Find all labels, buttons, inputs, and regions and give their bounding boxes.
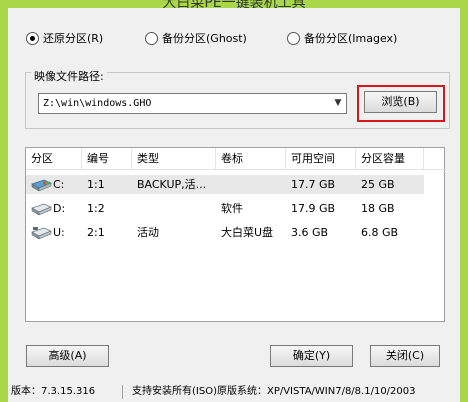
cell-label: 大白菜U盘 (221, 226, 274, 239)
browse-button[interactable]: 浏览(B) (364, 91, 437, 113)
cell-drive: C: (53, 178, 65, 191)
column-header-number[interactable]: 编号 (82, 148, 132, 170)
advanced-button[interactable]: 高级(A) (26, 345, 109, 367)
window-border-right (460, 8, 468, 402)
image-path-value: Z:\win\windows.GHO (43, 98, 152, 109)
radio-button-backup-ghost[interactable] (145, 31, 158, 45)
ok-button[interactable]: 确定(Y) (270, 345, 353, 367)
cell-free-space: 3.6 GB (291, 226, 329, 239)
supported-os-text: 支持安装所有(ISO)原版系统：XP/VISTA/WIN7/8/8.1/10/2… (132, 386, 416, 397)
cell-drive: D: (53, 202, 66, 215)
status-bar: 版本：7.3.15.316 支持安装所有(ISO)原版系统：XP/VISTA/W… (0, 382, 468, 402)
cell-label: 软件 (221, 202, 243, 215)
radio-label-restore: 还原分区(R) (43, 32, 104, 45)
cell-free-space: 17.9 GB (291, 202, 336, 215)
cell-capacity: 18 GB (361, 202, 395, 215)
window-title: 大白菜PE一键装机工具 (162, 0, 306, 8)
column-header-free-space[interactable]: 可用空间 (286, 148, 356, 170)
image-path-combobox[interactable]: Z:\win\windows.GHO ▼ (38, 93, 347, 114)
system-disk-icon (31, 179, 52, 192)
table-row[interactable]: D: 1:2 软件 17.9 GB 18 GB (26, 199, 424, 218)
close-button[interactable]: 关闭(C) (370, 345, 440, 367)
partition-table[interactable]: 分区 编号 类型 卷标 可用空间 分区容量 C: 1:1 BACKUP,活...… (25, 147, 446, 322)
chevron-down-icon[interactable]: ▼ (330, 94, 346, 113)
cell-capacity: 6.8 GB (361, 226, 399, 239)
cell-type: BACKUP,活... (137, 178, 207, 191)
column-header-partition[interactable]: 分区 (26, 148, 82, 170)
cell-capacity: 25 GB (361, 178, 395, 191)
radio-backup-imagex[interactable]: 备份分区(Imagex) (287, 30, 397, 46)
table-row[interactable]: C: 1:1 BACKUP,活... 17.7 GB 25 GB (26, 175, 424, 194)
radio-label-backup-imagex: 备份分区(Imagex) (304, 32, 398, 45)
radio-label-backup-ghost: 备份分区(Ghost) (162, 32, 247, 45)
radio-button-restore[interactable] (26, 31, 39, 45)
radio-backup-ghost[interactable]: 备份分区(Ghost) (145, 30, 247, 46)
version-text: 版本：7.3.15.316 (11, 386, 96, 397)
column-header-capacity[interactable]: 分区容量 (356, 148, 424, 170)
status-divider (122, 385, 123, 399)
table-header: 分区 编号 类型 卷标 可用空间 分区容量 (26, 148, 446, 170)
usb-disk-icon (31, 227, 52, 240)
cell-drive: U: (53, 226, 65, 239)
radio-restore-partition[interactable]: 还原分区(R) (26, 30, 103, 46)
image-path-label: 映像文件路径: (31, 68, 107, 84)
cell-type (132, 199, 216, 218)
title-bar[interactable]: 大白菜PE一键装机工具 (0, 0, 468, 8)
cell-number: 1:1 (87, 178, 105, 191)
cell-type: 活动 (137, 226, 159, 239)
column-header-type[interactable]: 类型 (132, 148, 216, 170)
cell-number: 2:1 (87, 226, 105, 239)
cell-free-space: 17.7 GB (291, 178, 336, 191)
window-border-left (0, 8, 8, 402)
cell-label (216, 175, 286, 194)
column-header-label[interactable]: 卷标 (216, 148, 286, 170)
radio-button-backup-imagex[interactable] (287, 31, 300, 45)
table-row[interactable]: U: 2:1 活动 大白菜U盘 3.6 GB 6.8 GB (26, 223, 424, 242)
cell-number: 1:2 (87, 202, 105, 215)
hard-disk-icon (31, 203, 52, 216)
